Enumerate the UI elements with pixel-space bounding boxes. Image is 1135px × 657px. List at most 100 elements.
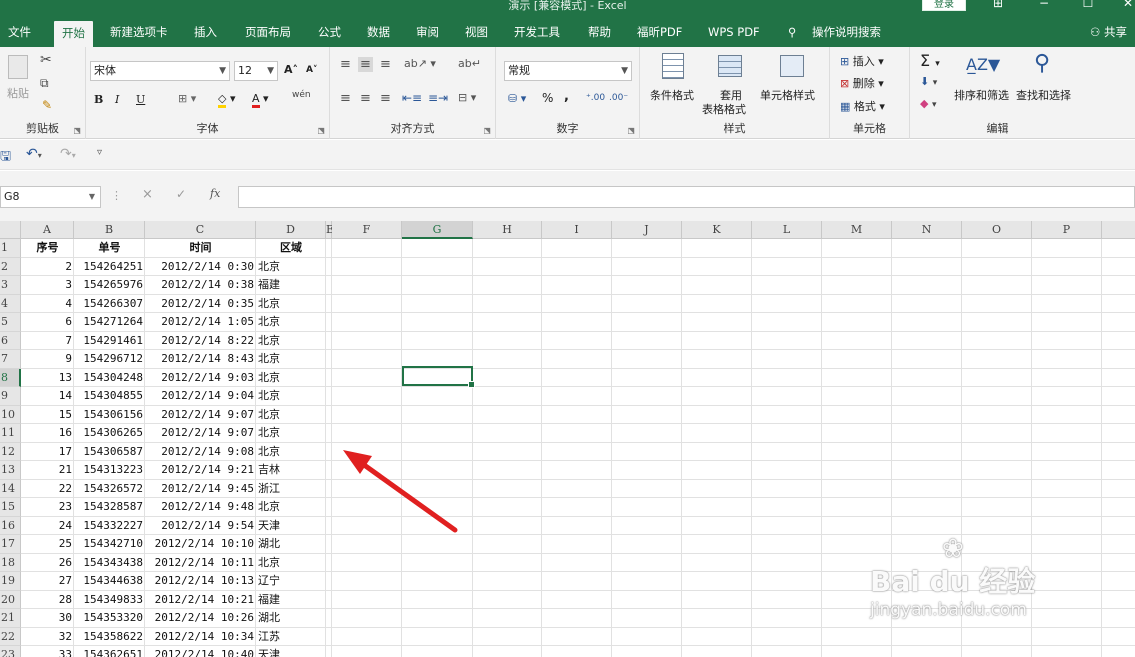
row-header[interactable]: 10 — [0, 405, 21, 424]
conditional-format-button[interactable]: 条件格式 — [650, 87, 694, 103]
format-cells-button[interactable]: ▦ 格式 ▾ — [840, 98, 885, 114]
cell-time[interactable]: 2012/2/14 9:54 — [135, 517, 256, 535]
cancel-entry-icon[interactable]: × — [142, 187, 153, 202]
cell-styles-icon[interactable] — [780, 55, 804, 77]
column-header-i[interactable]: I — [542, 221, 612, 239]
insert-function-icon[interactable]: fx — [210, 187, 220, 200]
decrease-decimal-icon[interactable]: .00⁻ — [609, 93, 628, 103]
tab-file[interactable]: 文件 — [8, 17, 31, 47]
save-icon[interactable]: 🖫 — [0, 147, 11, 169]
column-header-c[interactable]: C — [145, 221, 256, 239]
cell-time[interactable]: 2012/2/14 0:35 — [135, 295, 256, 313]
borders-icon[interactable]: ⊞ ▾ — [178, 92, 196, 105]
select-all-button[interactable] — [0, 221, 21, 239]
column-header-h[interactable]: H — [473, 221, 542, 239]
cell-seq[interactable]: 14 — [21, 387, 74, 405]
find-select-icon[interactable]: ⚲ — [1034, 51, 1050, 76]
cell-seq[interactable]: 23 — [21, 498, 74, 516]
conditional-format-icon[interactable] — [662, 53, 684, 79]
tab-new-tab[interactable]: 新建选项卡 — [110, 17, 168, 47]
column-header-l[interactable]: L — [752, 221, 822, 239]
column-header-k[interactable]: K — [682, 221, 752, 239]
login-button[interactable]: 登录 — [922, 0, 966, 11]
column-header-g[interactable]: G — [402, 221, 473, 239]
alignment-launcher-icon[interactable]: ⬔ — [483, 126, 491, 135]
cell-time[interactable]: 2012/2/14 9:45 — [135, 480, 256, 498]
column-header-o[interactable]: O — [962, 221, 1032, 239]
cell-seq[interactable]: 15 — [21, 406, 74, 424]
cell-region[interactable]: 湖北 — [256, 535, 326, 553]
maximize-icon[interactable]: ☐ — [1080, 0, 1096, 12]
cell-seq[interactable]: 24 — [21, 517, 74, 535]
cell-seq[interactable]: 32 — [21, 628, 74, 646]
cell-seq[interactable]: 22 — [21, 480, 74, 498]
cell-seq[interactable]: 2 — [21, 258, 74, 276]
cell-time[interactable]: 2012/2/14 0:30 — [135, 258, 256, 276]
row-header[interactable]: 2 — [0, 257, 21, 276]
cell-region[interactable]: 北京 — [256, 443, 326, 461]
row-header[interactable]: 15 — [0, 498, 21, 517]
clipboard-launcher-icon[interactable]: ⬔ — [73, 126, 81, 135]
share-button[interactable]: ⚇ 共享 — [1090, 17, 1127, 47]
tab-home[interactable]: 开始 — [54, 21, 93, 47]
font-size-select[interactable]: 12 ▼ — [234, 61, 278, 81]
tab-wps-pdf[interactable]: WPS PDF — [708, 17, 760, 47]
cell-time[interactable]: 2012/2/14 9:08 — [135, 443, 256, 461]
tab-page-layout[interactable]: 页面布局 — [245, 17, 291, 47]
tell-me-search[interactable]: 操作说明搜索 — [812, 17, 881, 47]
tab-data[interactable]: 数据 — [367, 17, 390, 47]
cell-seq[interactable]: 27 — [21, 572, 74, 590]
cell-time[interactable]: 2012/2/14 9:03 — [135, 369, 256, 387]
column-header-partial[interactable] — [1102, 221, 1135, 239]
header-cell-order-no[interactable]: 单号 — [74, 239, 145, 257]
row-header[interactable]: 6 — [0, 331, 21, 350]
name-box[interactable]: G8 ▼ — [0, 186, 101, 208]
font-launcher-icon[interactable]: ⬔ — [317, 126, 325, 135]
row-header[interactable]: 12 — [0, 442, 21, 461]
row-header[interactable]: 11 — [0, 424, 21, 443]
cell-region[interactable]: 辽宁 — [256, 572, 326, 590]
increase-indent-icon[interactable]: ≡⇥ — [428, 91, 448, 105]
cell-time[interactable]: 2012/2/14 1:05 — [135, 313, 256, 331]
tab-view[interactable]: 视图 — [465, 17, 488, 47]
cell-seq[interactable]: 13 — [21, 369, 74, 387]
cell-region[interactable]: 吉林 — [256, 461, 326, 479]
tab-developer[interactable]: 开发工具 — [514, 17, 560, 47]
italic-button[interactable]: I — [115, 93, 119, 106]
row-header[interactable]: 4 — [0, 294, 21, 313]
redo-icon[interactable]: ↷▾ — [60, 146, 76, 162]
cell-region[interactable]: 浙江 — [256, 480, 326, 498]
top-align-icon[interactable]: ≡ — [340, 57, 351, 72]
row-header[interactable]: 7 — [0, 350, 21, 369]
row-header[interactable]: 16 — [0, 516, 21, 535]
cell-time[interactable]: 2012/2/14 10:40 — [135, 646, 256, 657]
format-as-table-icon[interactable] — [718, 55, 742, 77]
row-header[interactable]: 22 — [0, 627, 21, 646]
row-header[interactable]: 21 — [0, 609, 21, 628]
cell-styles-button[interactable]: 单元格样式 — [760, 87, 815, 103]
active-cell-g8[interactable] — [402, 366, 475, 388]
cell-region[interactable]: 北京 — [256, 387, 326, 405]
cell-region[interactable]: 北京 — [256, 369, 326, 387]
cell-time[interactable]: 2012/2/14 10:21 — [135, 591, 256, 609]
number-format-select[interactable]: 常规 ▼ — [504, 61, 632, 81]
row-header[interactable]: 13 — [0, 461, 21, 480]
ribbon-display-icon[interactable]: ⊞ — [990, 0, 1006, 12]
row-header[interactable]: 18 — [0, 553, 21, 572]
close-icon[interactable]: ✕ — [1120, 0, 1135, 12]
sort-filter-icon[interactable]: A̲Z▼ — [966, 55, 1000, 74]
tab-foxit-pdf[interactable]: 福昕PDF — [637, 17, 682, 47]
cell-seq[interactable]: 30 — [21, 609, 74, 627]
cell-region[interactable]: 天津 — [256, 517, 326, 535]
comma-button[interactable]: , — [564, 89, 569, 104]
column-header-m[interactable]: M — [822, 221, 892, 239]
header-cell-time[interactable]: 时间 — [145, 239, 256, 257]
middle-align-icon[interactable]: ≡ — [358, 57, 373, 72]
merge-center-icon[interactable]: ⊟ ▾ — [458, 91, 476, 104]
cell-time[interactable]: 2012/2/14 9:21 — [135, 461, 256, 479]
tab-insert[interactable]: 插入 — [194, 17, 217, 47]
cell-seq[interactable]: 7 — [21, 332, 74, 350]
currency-icon[interactable]: ⛁ ▾ — [508, 92, 526, 105]
fill-color-icon[interactable]: ◇ ▾ — [218, 92, 236, 108]
cell-time[interactable]: 2012/2/14 10:34 — [135, 628, 256, 646]
